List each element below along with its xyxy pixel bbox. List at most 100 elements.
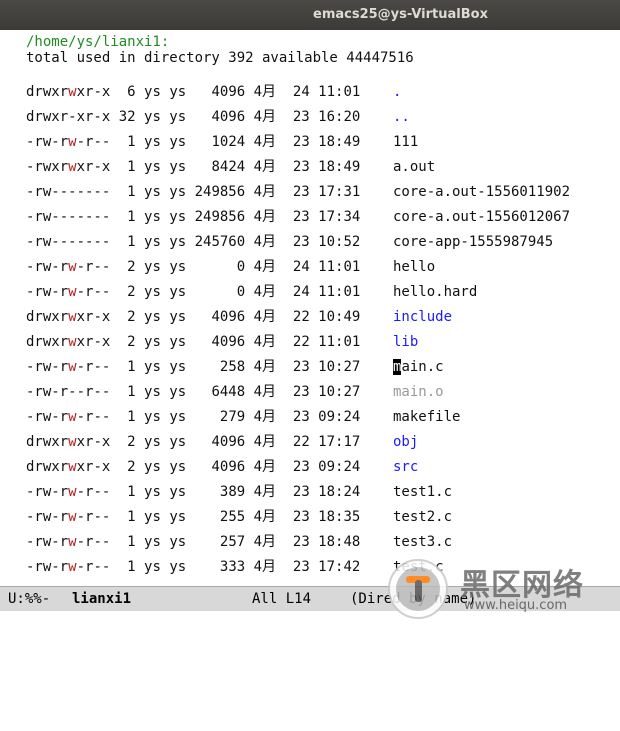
entry-filename[interactable]: main.o xyxy=(393,380,444,405)
entry-group-write-bit: w xyxy=(68,459,77,475)
dired-entry[interactable]: -rw-rw-r-- 1 ys ys 333 4月 23 17:42 test.… xyxy=(26,555,444,580)
window-title: emacs25@ys-VirtualBox xyxy=(0,0,620,30)
entry-permissions-rest: -r-- xyxy=(76,409,111,425)
entry-filename[interactable]: test3.c xyxy=(393,530,452,555)
entry-permissions: -rw-r xyxy=(26,484,69,500)
entry-group-write-bit: w xyxy=(68,284,77,300)
entry-permissions-rest: -r-- xyxy=(76,534,111,550)
entry-filename[interactable]: hello.hard xyxy=(393,280,477,305)
dired-entry[interactable]: -rw-rw-r-- 1 ys ys 389 4月 23 18:24 test1… xyxy=(26,480,452,505)
dired-entry[interactable]: -rw-rw-r-- 1 ys ys 255 4月 23 18:35 test2… xyxy=(26,505,452,530)
dired-entry[interactable]: drwxrwxr-x 2 ys ys 4096 4月 22 11:01 lib xyxy=(26,330,418,355)
entry-permissions: -rwxr xyxy=(26,159,69,175)
dired-entry[interactable]: -rw-rw-r-- 1 ys ys 258 4月 23 10:27 main.… xyxy=(26,355,444,380)
entry-permissions: -rw-r xyxy=(26,409,69,425)
entry-filename[interactable]: test2.c xyxy=(393,505,452,530)
entry-permissions: -rw-r xyxy=(26,134,69,150)
entry-attributes: -rwxrwxr-x 1 ys ys 8424 4月 23 18:49 xyxy=(26,155,369,180)
entry-filename[interactable]: a.out xyxy=(393,155,435,180)
entry-group-write-bit: w xyxy=(68,359,77,375)
dired-entry[interactable]: -rwxrwxr-x 1 ys ys 8424 4月 23 18:49 a.ou… xyxy=(26,155,435,180)
entry-info: 1 ys ys 258 4月 23 10:27 xyxy=(110,359,369,375)
entry-info: 1 ys ys 257 4月 23 18:48 xyxy=(110,534,369,550)
dired-total-line: total used in directory 392 available 44… xyxy=(26,50,414,66)
entry-filename[interactable]: main.c xyxy=(393,355,444,380)
modeline-buffer-name: lianxi1 xyxy=(72,591,132,607)
entry-info: 2 ys ys 4096 4月 22 10:49 xyxy=(110,309,369,325)
dired-entry[interactable]: -rw-rw-r-- 1 ys ys 279 4月 23 09:24 makef… xyxy=(26,405,460,430)
entry-permissions: -rw-r xyxy=(26,534,69,550)
entry-info: 32 ys ys 4096 4月 23 16:20 xyxy=(110,109,369,125)
entry-group-write-bit: w xyxy=(68,134,77,150)
dired-entry[interactable]: -rw------- 1 ys ys 245760 4月 23 10:52 co… xyxy=(26,230,553,255)
entry-filename[interactable]: 111 xyxy=(393,130,418,155)
dired-entry[interactable]: -rw-rw-r-- 1 ys ys 1024 4月 23 18:49 111 xyxy=(26,130,418,155)
entry-permissions-rest: xr-x xyxy=(76,159,111,175)
entry-permissions-rest: -r-- xyxy=(76,359,111,375)
entry-attributes: drwxrwxr-x 2 ys ys 4096 4月 22 11:01 xyxy=(26,330,369,355)
entry-filename[interactable]: .. xyxy=(393,105,410,130)
entry-permissions-rest: xr-x xyxy=(76,334,111,350)
entry-attributes: drwxrwxr-x 6 ys ys 4096 4月 24 11:01 xyxy=(26,80,369,105)
entry-info: 1 ys ys 389 4月 23 18:24 xyxy=(110,484,369,500)
entry-info: 2 ys ys 4096 4月 22 17:17 xyxy=(110,434,369,450)
entry-filename[interactable]: test1.c xyxy=(393,480,452,505)
entry-filename[interactable]: obj xyxy=(393,430,418,455)
dired-entry[interactable]: -rw-rw-r-- 1 ys ys 257 4月 23 18:48 test3… xyxy=(26,530,452,555)
entry-group-write-bit: w xyxy=(68,259,77,275)
entry-filename[interactable]: include xyxy=(393,305,452,330)
emacs-window: emacs25@ys-VirtualBox /home/ys/lianxi1: … xyxy=(0,0,620,626)
entry-filename-rest: ain.c xyxy=(401,359,444,375)
entry-filename[interactable]: makefile xyxy=(393,405,460,430)
entry-attributes: -rw-rw-r-- 1 ys ys 255 4月 23 18:35 xyxy=(26,505,369,530)
dired-entry[interactable]: -rw-rw-r-- 2 ys ys 0 4月 24 11:01 hello xyxy=(26,255,435,280)
entry-filename[interactable]: . xyxy=(393,80,401,105)
entry-attributes: drwxrwxr-x 2 ys ys 4096 4月 23 09:24 xyxy=(26,455,369,480)
dired-entry[interactable]: -rw------- 1 ys ys 249856 4月 23 17:31 co… xyxy=(26,180,570,205)
entry-attributes: -rw------- 1 ys ys 249856 4月 23 17:34 xyxy=(26,205,369,230)
dired-entry[interactable]: -rw-rw-r-- 2 ys ys 0 4月 24 11:01 hello.h… xyxy=(26,280,477,305)
entry-permissions: drwxr xyxy=(26,434,69,450)
entry-info: 1 ys ys 245760 4月 23 10:52 xyxy=(110,234,369,250)
entry-info: 1 ys ys 8424 4月 23 18:49 xyxy=(110,159,369,175)
entry-permissions: -rw------- xyxy=(26,209,111,225)
entry-filename[interactable]: core-a.out-1556012067 xyxy=(393,205,570,230)
entry-info: 2 ys ys 4096 4月 23 09:24 xyxy=(110,459,369,475)
dired-entry[interactable]: drwxr-xr-x 32 ys ys 4096 4月 23 16:20 .. xyxy=(26,105,410,130)
dired-entry[interactable]: drwxrwxr-x 2 ys ys 4096 4月 23 09:24 src xyxy=(26,455,418,480)
dired-entry[interactable]: drwxrwxr-x 6 ys ys 4096 4月 24 11:01 . xyxy=(26,80,401,105)
dired-entry[interactable]: drwxrwxr-x 2 ys ys 4096 4月 22 17:17 obj xyxy=(26,430,418,455)
entry-filename[interactable]: core-app-1555987945 xyxy=(393,230,553,255)
entry-attributes: -rw-rw-r-- 1 ys ys 257 4月 23 18:48 xyxy=(26,530,369,555)
entry-filename[interactable]: core-a.out-1556011902 xyxy=(393,180,570,205)
entry-attributes: -rw-rw-r-- 1 ys ys 1024 4月 23 18:49 xyxy=(26,130,369,155)
entry-filename[interactable]: lib xyxy=(393,330,418,355)
dired-entry[interactable]: -rw------- 1 ys ys 249856 4月 23 17:34 co… xyxy=(26,205,570,230)
entry-group-write-bit: w xyxy=(68,409,77,425)
entry-filename[interactable]: src xyxy=(393,455,418,480)
modeline-status: U:%%- xyxy=(8,591,51,607)
entry-attributes: drwxrwxr-x 2 ys ys 4096 4月 22 17:17 xyxy=(26,430,369,455)
dired-entry[interactable]: drwxrwxr-x 2 ys ys 4096 4月 22 10:49 incl… xyxy=(26,305,452,330)
entry-permissions: -rw------- xyxy=(26,234,111,250)
entry-attributes: -rw-rw-r-- 1 ys ys 333 4月 23 17:42 xyxy=(26,555,369,580)
entry-group-write-bit: w xyxy=(68,509,77,525)
echo-area[interactable] xyxy=(0,611,620,626)
entry-attributes: -rw-r--r-- 1 ys ys 6448 4月 23 10:27 xyxy=(26,380,369,405)
entry-permissions: drwxr xyxy=(26,309,69,325)
dired-buffer[interactable]: /home/ys/lianxi1: total used in director… xyxy=(0,30,620,586)
entry-permissions-rest: xr-x xyxy=(76,309,111,325)
entry-attributes: drwxrwxr-x 2 ys ys 4096 4月 22 10:49 xyxy=(26,305,369,330)
dired-entry[interactable]: -rw-r--r-- 1 ys ys 6448 4月 23 10:27 main… xyxy=(26,380,444,405)
entry-filename[interactable]: test.c xyxy=(393,555,444,580)
entry-info: 1 ys ys 6448 4月 23 10:27 xyxy=(110,384,369,400)
entry-group-write-bit: w xyxy=(68,159,77,175)
entry-permissions-rest: xr-x xyxy=(76,84,111,100)
entry-info: 1 ys ys 249856 4月 23 17:31 xyxy=(110,184,369,200)
entry-permissions-rest: -r-- xyxy=(76,484,111,500)
entry-permissions-rest: xr-x xyxy=(76,434,111,450)
entry-filename[interactable]: hello xyxy=(393,255,435,280)
mode-line: U:%%- lianxi1 All L14 (Dired by name) xyxy=(0,586,620,612)
entry-permissions: -rw-r xyxy=(26,509,69,525)
entry-attributes: -rw-rw-r-- 1 ys ys 279 4月 23 09:24 xyxy=(26,405,369,430)
